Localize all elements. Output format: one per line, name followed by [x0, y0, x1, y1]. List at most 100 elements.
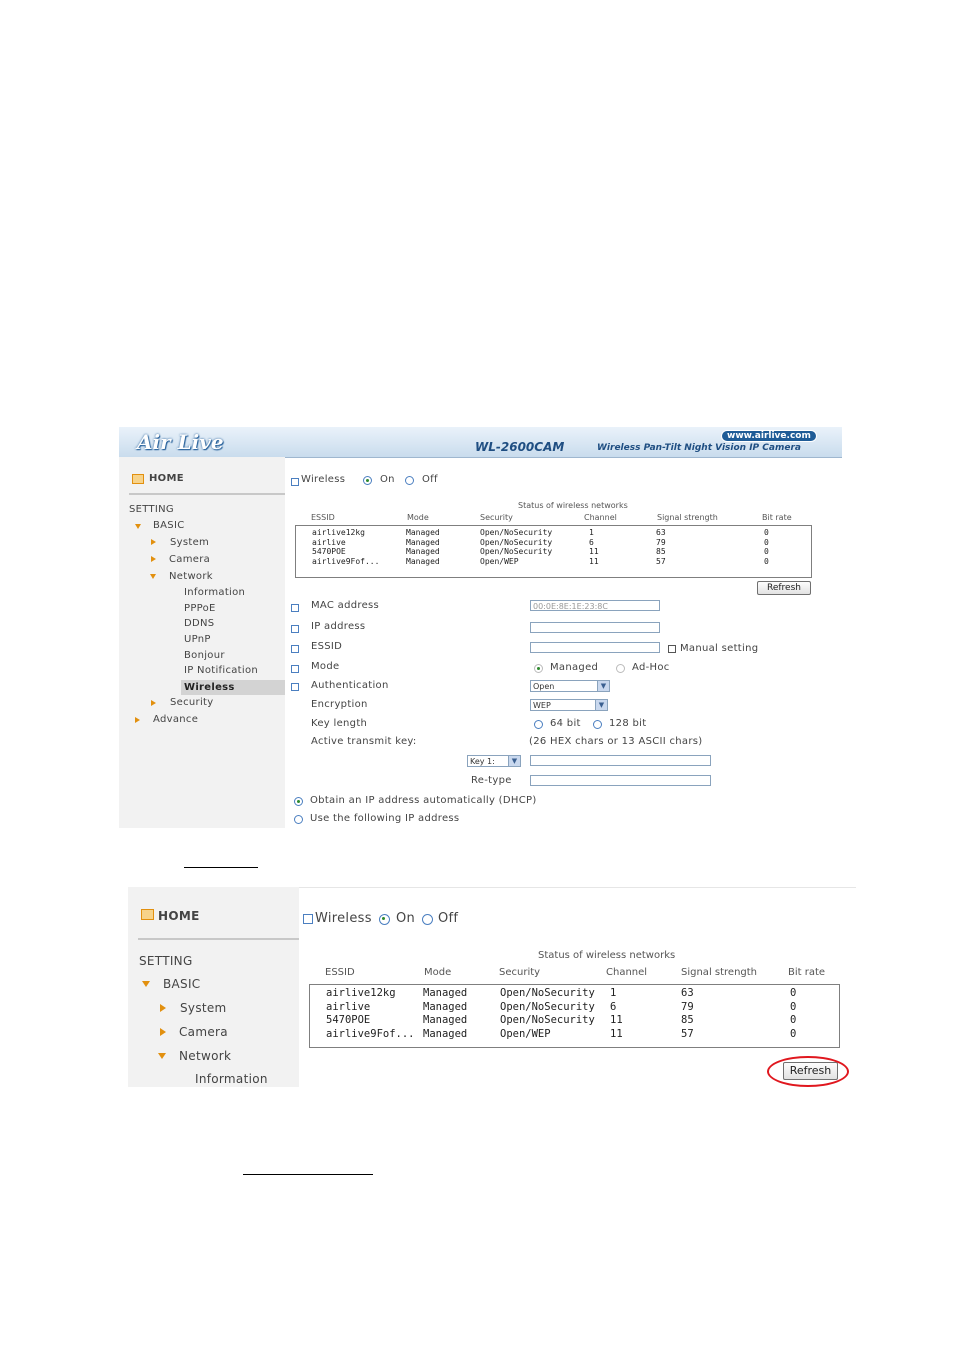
- chevron-right-icon: [160, 1004, 166, 1012]
- network-cell: Managed: [406, 528, 440, 537]
- nav-basic[interactable]: BASIC: [163, 977, 200, 991]
- active-key-label: Active transmit key:: [311, 736, 417, 747]
- nav-system[interactable]: System: [180, 1001, 227, 1015]
- network-cell: 0: [790, 987, 797, 999]
- mac-label: MAC address: [311, 600, 380, 611]
- nav-information[interactable]: Information: [184, 587, 245, 598]
- nav-wireless[interactable]: Wireless: [181, 680, 285, 695]
- dhcp-radio[interactable]: [294, 797, 303, 806]
- authentication-value: Open: [533, 682, 555, 691]
- network-cell: 57: [656, 556, 666, 566]
- sidebar-divider: [129, 493, 285, 495]
- status-title: Status of wireless networks: [518, 501, 628, 510]
- nav-ddns[interactable]: DDNS: [184, 618, 214, 629]
- col-signal: Signal strength: [681, 967, 758, 978]
- nav-network[interactable]: Network: [169, 571, 213, 582]
- wireless-networks-list[interactable]: [295, 525, 812, 578]
- network-cell: Open/NoSecurity: [500, 1014, 595, 1027]
- wireless-checkbox[interactable]: [291, 478, 299, 486]
- authentication-select[interactable]: Open ▼: [530, 680, 610, 692]
- manual-setting-checkbox[interactable]: [668, 645, 676, 653]
- mac-checkbox[interactable]: [291, 604, 299, 612]
- network-cell: 63: [656, 528, 666, 537]
- col-essid: ESSID: [325, 967, 355, 978]
- chevron-down-icon: ▼: [597, 681, 609, 691]
- mode-managed-label: Managed: [550, 662, 599, 673]
- retype-key-field[interactable]: [530, 775, 711, 786]
- network-cell: 63: [681, 987, 694, 999]
- nav-advance[interactable]: Advance: [153, 714, 198, 725]
- key-64bit-radio[interactable]: [534, 720, 543, 729]
- wireless-label: Wireless: [315, 911, 372, 926]
- network-cell: Managed: [423, 1014, 468, 1027]
- nav-upnp[interactable]: UPnP: [184, 634, 211, 645]
- chevron-down-icon: ▼: [508, 756, 520, 766]
- network-cell: Managed: [406, 547, 440, 556]
- essid-checkbox[interactable]: [291, 645, 299, 653]
- nav-home[interactable]: HOME: [149, 473, 184, 484]
- nav-basic[interactable]: BASIC: [153, 520, 184, 531]
- nav-pppoe[interactable]: PPPoE: [184, 603, 216, 614]
- encryption-select[interactable]: WEP ▼: [530, 699, 608, 711]
- ip-address-field[interactable]: [530, 622, 660, 633]
- key-field[interactable]: [530, 755, 711, 766]
- nav-bonjour[interactable]: Bonjour: [184, 650, 225, 661]
- chevron-right-icon: [151, 700, 156, 706]
- chevron-right-icon: [151, 539, 156, 545]
- wireless-label: Wireless: [301, 474, 346, 485]
- network-cell: 79: [656, 537, 666, 547]
- nav-camera[interactable]: Camera: [179, 1025, 228, 1039]
- chevron-right-icon: [135, 717, 140, 723]
- wireless-on-label: On: [396, 911, 416, 926]
- chevron-right-icon: [151, 556, 156, 562]
- static-ip-radio[interactable]: [294, 815, 303, 824]
- product-tagline: Wireless Pan-Tilt Night Vision IP Camera: [597, 443, 801, 453]
- essid-field[interactable]: [530, 642, 660, 653]
- nav-setting: SETTING: [139, 954, 193, 968]
- wireless-off-radio[interactable]: [422, 914, 433, 925]
- network-cell: Open/WEP: [500, 1028, 551, 1041]
- website-link[interactable]: www.airlive.com: [721, 430, 817, 442]
- network-cell: 0: [790, 1028, 797, 1041]
- network-cell: Managed: [423, 987, 468, 999]
- static-ip-label: Use the following IP address: [310, 813, 460, 824]
- network-cell: Open/NoSecurity: [480, 537, 553, 547]
- manual-setting-label: Manual setting: [680, 643, 759, 654]
- nav-network[interactable]: Network: [179, 1049, 231, 1063]
- airlive-logo: Air Live: [137, 430, 224, 454]
- network-cell: airlive: [312, 537, 346, 547]
- refresh-button[interactable]: Refresh: [757, 581, 811, 595]
- mode-managed-radio[interactable]: [534, 664, 543, 673]
- key-128bit-radio[interactable]: [593, 720, 602, 729]
- mode-adhoc-radio[interactable]: [616, 664, 625, 673]
- network-cell: Managed: [406, 537, 440, 547]
- nav-home[interactable]: HOME: [158, 909, 200, 923]
- wireless-on-radio[interactable]: [363, 476, 372, 485]
- auth-checkbox[interactable]: [291, 683, 299, 691]
- mode-checkbox[interactable]: [291, 665, 299, 673]
- col-security: Security: [480, 513, 513, 522]
- ip-checkbox[interactable]: [291, 625, 299, 633]
- network-cell: 79: [681, 1000, 694, 1013]
- nav-security[interactable]: Security: [170, 697, 213, 708]
- nav-information[interactable]: Information: [195, 1072, 268, 1086]
- text-underline: [243, 1174, 373, 1175]
- chevron-down-icon: [158, 1053, 166, 1059]
- network-cell: airlive12kg: [326, 987, 396, 999]
- nav-system[interactable]: System: [170, 537, 209, 548]
- wireless-on-radio[interactable]: [379, 914, 390, 925]
- nav-ip-notification[interactable]: IP Notification: [184, 665, 258, 676]
- network-cell: 57: [681, 1028, 694, 1041]
- home-icon: [141, 909, 154, 920]
- status-title: Status of wireless networks: [538, 950, 676, 961]
- network-cell: 11: [610, 1014, 623, 1027]
- key-format-hint: (26 HEX chars or 13 ASCII chars): [529, 736, 703, 747]
- transmit-key-select[interactable]: Key 1: ▼: [467, 755, 521, 767]
- wireless-on-label: On: [380, 474, 395, 485]
- network-cell: 5470POE: [326, 1014, 371, 1027]
- wireless-checkbox[interactable]: [303, 914, 313, 924]
- wireless-off-radio[interactable]: [405, 476, 414, 485]
- nav-camera[interactable]: Camera: [169, 554, 210, 565]
- nav-setting: SETTING: [129, 504, 174, 515]
- sidebar-divider: [138, 938, 299, 940]
